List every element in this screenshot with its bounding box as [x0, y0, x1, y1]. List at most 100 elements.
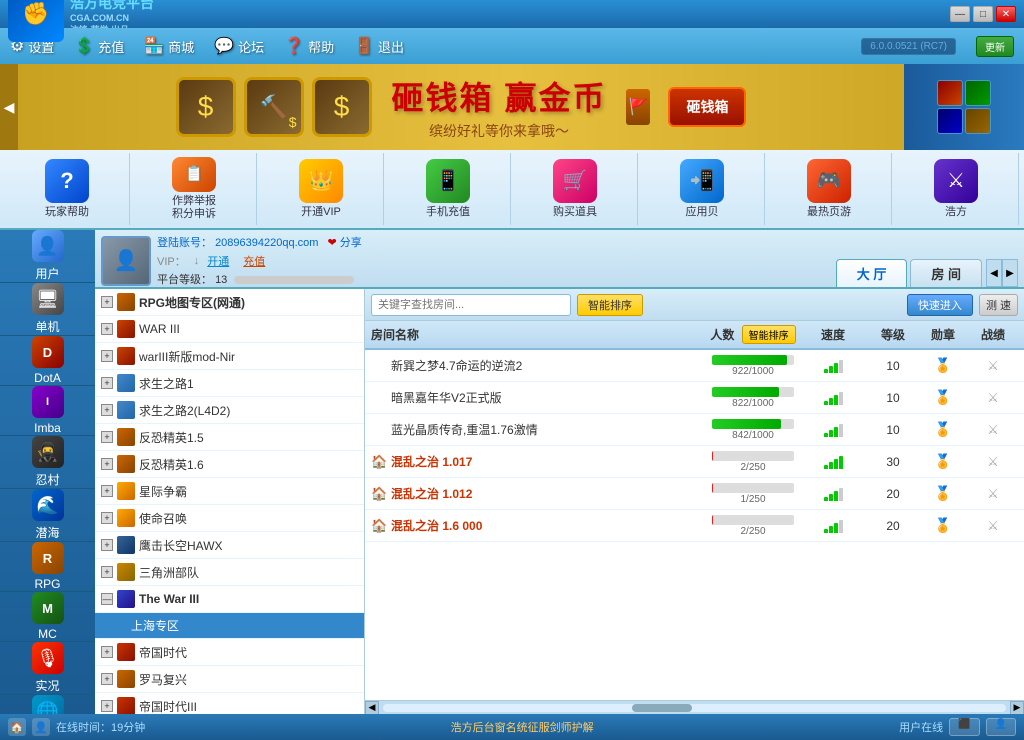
list-item[interactable]: + 帝国时代 [95, 639, 364, 666]
status-center-text[interactable]: 浩方后台窗名统征服剑师护解 [155, 719, 889, 735]
tab-hall[interactable]: 大 厅 [836, 259, 908, 287]
quick-enter-button[interactable]: 快速进入 [907, 294, 973, 316]
table-row[interactable]: 新巽之梦4.7命运的逆流2 922/1000 [365, 350, 1024, 382]
hscroll-right-button[interactable]: ▶ [1010, 701, 1024, 715]
speed-test-button[interactable]: 测 速 [979, 294, 1018, 316]
expand-icon[interactable]: + [101, 350, 113, 362]
expand-icon[interactable]: + [101, 296, 113, 308]
maximize-button[interactable]: □ [973, 6, 993, 22]
expand-icon[interactable]: + [101, 673, 113, 685]
sidebar-item-single[interactable]: 🖥 单机 [0, 283, 95, 336]
list-item[interactable]: + warIII新版mod-Nir [95, 343, 364, 370]
list-item[interactable]: + 帝国时代III [95, 693, 364, 714]
list-item[interactable]: — The War III [95, 586, 364, 613]
tab-scroll-left[interactable]: ◀ [986, 259, 1002, 287]
sidebar-item-ninja[interactable]: 🥷 忍村 [0, 436, 95, 489]
list-item[interactable]: + RPG地图专区(网通) [95, 289, 364, 316]
kaitong-link[interactable]: 开通 [207, 253, 229, 269]
game-icon [117, 482, 135, 500]
sidebar-item-sea[interactable]: 🌊 潜海 [0, 489, 95, 542]
table-row[interactable]: 🏠 混乱之治 1.017 2/250 [365, 446, 1024, 478]
expand-icon[interactable]: + [101, 404, 113, 416]
share-button[interactable]: ❤ 分享 [328, 237, 362, 249]
qa-buy-button[interactable]: 🛒 购买道具 [513, 153, 638, 225]
list-item[interactable]: + 使命召唤 [95, 505, 364, 532]
room-search-input[interactable] [371, 294, 571, 316]
minimize-button[interactable]: — [950, 6, 970, 22]
status-right: 用户在线 ⬛ 👤 [899, 718, 1016, 736]
status-button-1[interactable]: ⬛ [949, 718, 979, 736]
table-row[interactable]: 蓝光晶质传奇,重温1.76激情 842/1000 [365, 414, 1024, 446]
update-button[interactable]: 更新 [976, 36, 1014, 57]
banner-prev-button[interactable]: ◀ [0, 64, 18, 150]
list-item[interactable]: + 鹰击长空HAWX [95, 532, 364, 559]
list-item[interactable]: + 三角洲部队 [95, 559, 364, 586]
list-item[interactable]: + WAR III [95, 316, 364, 343]
sidebar-item-page[interactable]: 🌐 页游 [0, 695, 95, 714]
sidebar-item-rpg[interactable]: R RPG [0, 542, 95, 592]
list-item[interactable]: + 求生之路1 [95, 370, 364, 397]
qa-help-button[interactable]: ? 玩家帮助 [5, 153, 130, 225]
nav-forum[interactable]: 💬 论坛 [214, 36, 264, 56]
qa-more-button[interactable]: ⚔ 浩方 [894, 153, 1019, 225]
table-row[interactable]: 🏠 混乱之治 1.012 1/250 [365, 478, 1024, 510]
smart-sort-header-button[interactable]: 智能排序 [742, 325, 796, 344]
room-table: 房间名称 人数 智能排序 速度 等级 勋章 战绩 新巽之梦4.7命运的逆流2 [365, 321, 1024, 700]
speed-bar-1 [824, 529, 828, 533]
table-row[interactable]: 暗黑嘉年华V2正式版 822/1000 [365, 382, 1024, 414]
table-row[interactable]: 🏠 混乱之治 1.6 000 2/250 [365, 510, 1024, 542]
progress-fill [712, 355, 787, 365]
hscroll-track[interactable] [383, 704, 1006, 712]
expand-icon[interactable]: + [101, 431, 113, 443]
expand-icon[interactable]: + [101, 566, 113, 578]
room-players: 1/250 [708, 482, 798, 505]
qa-app-button[interactable]: 📲 应用贝 [640, 153, 765, 225]
expand-icon[interactable]: + [101, 512, 113, 524]
status-home-icon[interactable]: 🏠 [8, 718, 26, 736]
list-item[interactable]: + 求生之路2(L4D2) [95, 397, 364, 424]
expand-icon[interactable]: + [101, 377, 113, 389]
qa-vip-button[interactable]: 👑 开通VIP [259, 153, 384, 225]
sidebar-item-imba[interactable]: I Imba [0, 386, 95, 436]
nav-shop[interactable]: 🏪 商城 [144, 36, 194, 56]
close-button[interactable]: ✕ [996, 6, 1016, 22]
tab-room[interactable]: 房 间 [910, 259, 982, 287]
qa-phone-button[interactable]: 📱 手机充值 [386, 153, 511, 225]
nav-recharge[interactable]: 💲 充值 [74, 36, 124, 56]
chongzhi-link[interactable]: 充值 [243, 253, 265, 269]
status-button-2[interactable]: 👤 [986, 718, 1016, 736]
qa-hotgame-button[interactable]: 🎮 最热页游 [767, 153, 892, 225]
nav-help[interactable]: ❓ 帮助 [284, 36, 334, 56]
sidebar-item-live[interactable]: 🎙 实况 [0, 642, 95, 695]
list-item[interactable]: + 星际争霸 [95, 478, 364, 505]
hscroll-left-button[interactable]: ◀ [365, 701, 379, 715]
expand-icon[interactable]: + [101, 700, 113, 712]
smart-sort-button[interactable]: 智能排序 [577, 294, 643, 316]
horizontal-scrollbar[interactable]: ◀ ▶ [365, 700, 1024, 714]
list-item[interactable]: + 罗马复兴 [95, 666, 364, 693]
list-item[interactable]: + 反恐精英1.6 [95, 451, 364, 478]
expand-icon[interactable]: + [101, 485, 113, 497]
speed-bar-1 [824, 433, 828, 437]
tab-scroll-right[interactable]: ▶ [1002, 259, 1018, 287]
progress-fill [712, 451, 713, 461]
sidebar-item-dota[interactable]: D DotA [0, 336, 95, 386]
nav-exit[interactable]: 🚪 退出 [354, 36, 404, 56]
expand-icon[interactable]: + [101, 458, 113, 470]
expand-icon[interactable]: + [101, 323, 113, 335]
expand-icon[interactable]: + [101, 539, 113, 551]
sidebar-item-mc[interactable]: M MC [0, 592, 95, 642]
header-wrapper: ⚙ 设置 💲 充值 🏪 商城 💬 论坛 ❓ 帮助 🚪 退出 6.0.0.0521… [0, 28, 1024, 230]
list-item-selected[interactable]: 上海专区 [95, 613, 364, 639]
money-box-button[interactable]: 砸钱箱 [668, 87, 746, 127]
hscroll-thumb[interactable] [632, 704, 692, 712]
room-type-icon [371, 422, 387, 438]
status-user-icon[interactable]: 👤 [32, 718, 50, 736]
list-item[interactable]: + 反恐精英1.5 [95, 424, 364, 451]
expand-icon[interactable]: + [101, 646, 113, 658]
expand-icon[interactable]: — [101, 593, 113, 605]
qa-score-button[interactable]: 📋 作弊举报 积分申诉 [132, 153, 257, 225]
sidebar-item-user[interactable]: 👤 用户 [0, 230, 95, 283]
qa-more-label: 浩方 [945, 206, 967, 219]
game-icon [117, 509, 135, 527]
